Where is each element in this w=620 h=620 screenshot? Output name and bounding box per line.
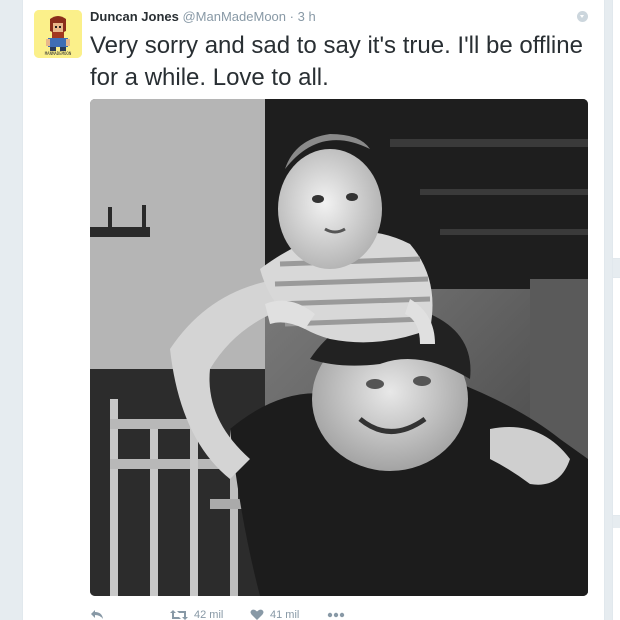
- tweet-header: Duncan Jones @ManMadeMoon · 3 h: [90, 9, 316, 24]
- reply-icon[interactable]: [90, 605, 104, 620]
- tweet-text: Very sorry and sad to say it's true. I'l…: [90, 32, 583, 91]
- separator-dot: ·: [289, 9, 294, 24]
- retweet-button[interactable]: 42 mil: [170, 605, 223, 620]
- caret-down-icon[interactable]: [577, 11, 588, 22]
- heart-icon: [250, 609, 264, 620]
- panel-divider: [613, 258, 620, 278]
- like-button[interactable]: 41 mil: [250, 605, 299, 620]
- panel-divider: [613, 515, 620, 528]
- avatar-caption: MANMADEMOON: [44, 51, 72, 56]
- side-panel: [612, 0, 620, 620]
- timeline-page: MANMADEMOON Duncan Jones @ManMadeMoon · …: [0, 0, 620, 620]
- author-handle[interactable]: @ManMadeMoon: [182, 9, 286, 24]
- like-count: 41 mil: [270, 609, 300, 620]
- retweet-icon: [170, 609, 188, 620]
- tweet-timestamp[interactable]: 3 h: [298, 9, 316, 24]
- avatar[interactable]: MANMADEMOON: [34, 10, 82, 58]
- photo-image: [90, 99, 588, 596]
- author-name[interactable]: Duncan Jones: [90, 9, 179, 24]
- tweet-photo[interactable]: [90, 99, 588, 596]
- tweet-actions: 42 mil 41 mil: [90, 605, 490, 620]
- more-icon[interactable]: [327, 605, 345, 620]
- retweet-count: 42 mil: [194, 609, 224, 620]
